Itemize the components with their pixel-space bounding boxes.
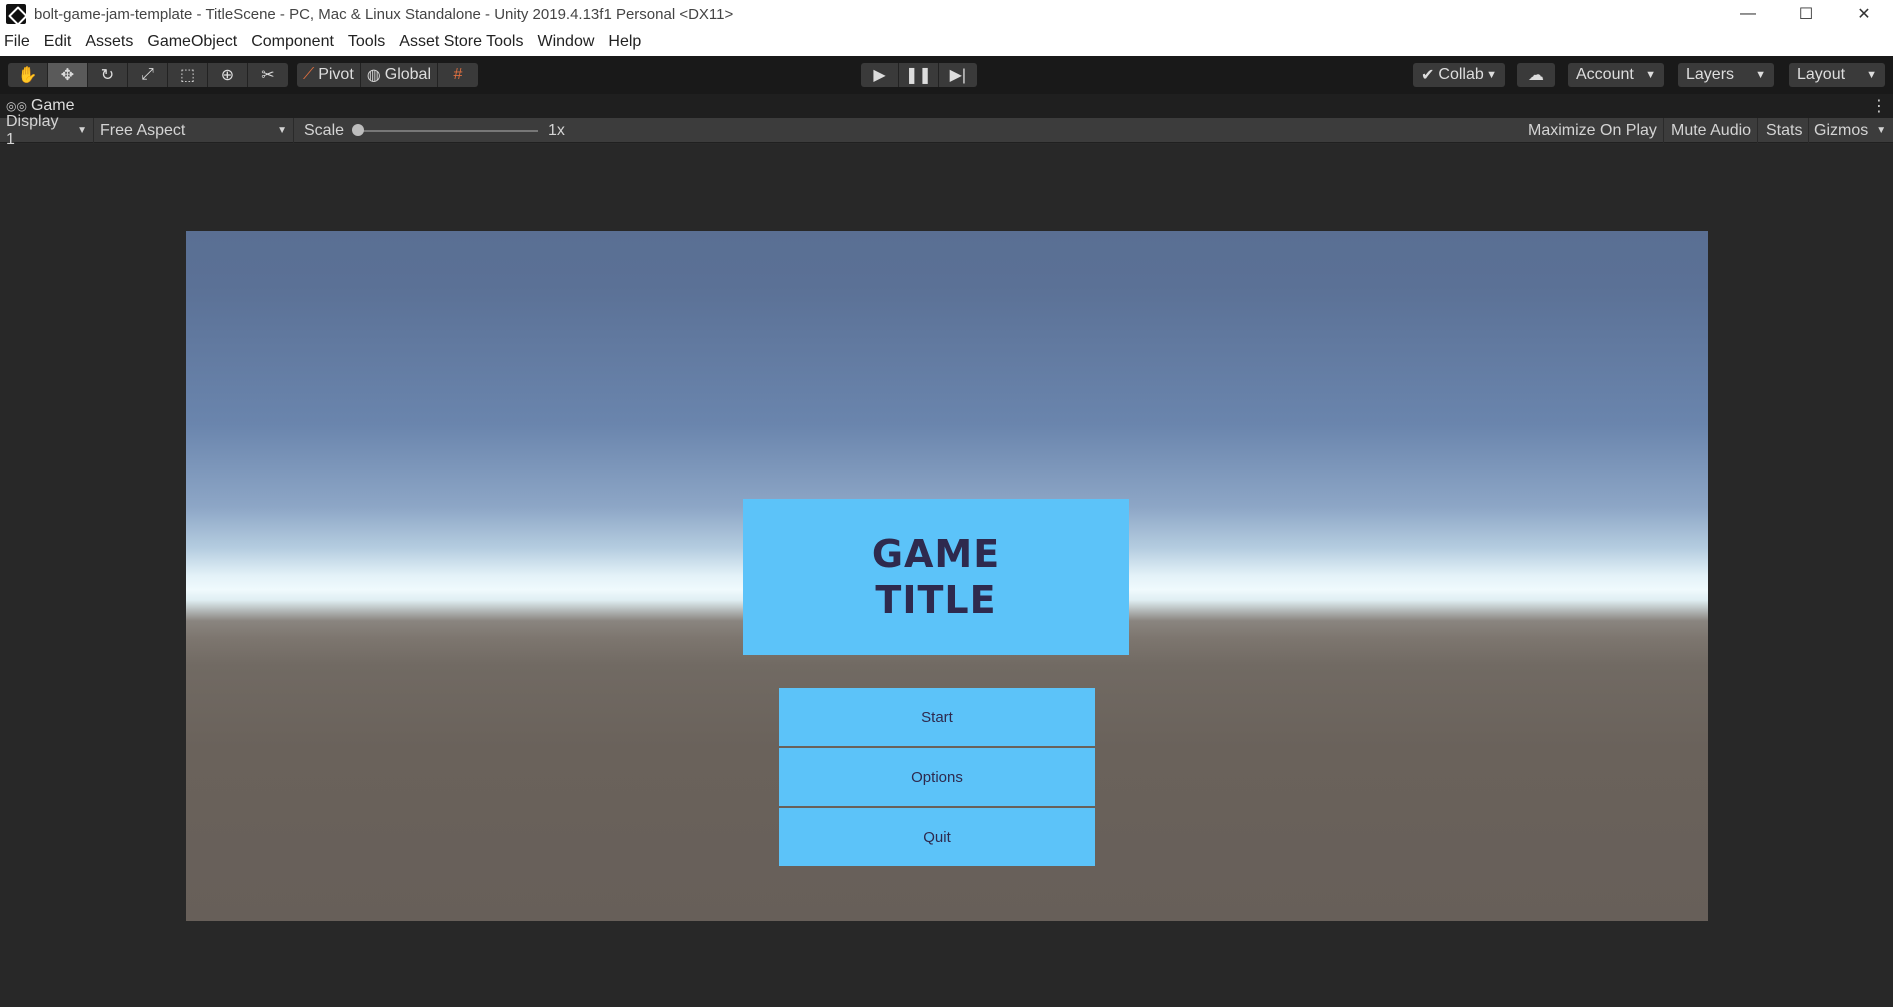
global-button[interactable]: ◍ Global	[360, 63, 438, 87]
custom-tool-button[interactable]: ✂	[248, 63, 288, 87]
chevron-down-icon: ▼	[1866, 69, 1877, 81]
play-button[interactable]: ▶	[861, 63, 899, 87]
game-title: GAME TITLE	[872, 531, 1000, 623]
chevron-down-icon: ▼	[1755, 69, 1766, 81]
account-label: Account	[1576, 66, 1634, 83]
layers-dropdown[interactable]: Layers ▼	[1678, 63, 1774, 87]
pivot-group: ⟋ Pivot ◍ Global #	[297, 63, 478, 87]
pivot-icon: ⟋	[303, 66, 315, 83]
window-titlebar: bolt-game-jam-template - TitleScene - PC…	[0, 0, 1893, 28]
game-title-line-1: GAME	[871, 532, 1001, 576]
check-icon: ✔	[1421, 67, 1435, 84]
kebab-menu-icon[interactable]: ⋮	[1871, 96, 1887, 116]
window-title: bolt-game-jam-template - TitleScene - PC…	[34, 5, 734, 23]
pivot-label: Pivot	[318, 66, 354, 83]
global-label: Global	[384, 66, 431, 83]
account-dropdown[interactable]: Account ▼	[1568, 63, 1664, 87]
game-title-panel: GAME TITLE	[743, 499, 1129, 655]
unity-logo-icon	[6, 4, 26, 24]
scale-label: Scale	[304, 121, 345, 139]
menu-gameobject[interactable]: GameObject	[140, 33, 244, 51]
menu-component[interactable]: Component	[244, 33, 341, 51]
window-controls: — ☐ ✕	[1719, 0, 1893, 28]
playmode-controls: ▶ ❚❚ ▶|	[861, 63, 977, 87]
chevron-down-icon: ▼	[77, 125, 87, 136]
maximize-button[interactable]: ☐	[1777, 0, 1835, 28]
hand-tool-button[interactable]: ✋	[8, 63, 48, 87]
layout-label: Layout	[1797, 66, 1846, 83]
chevron-down-icon: ▼	[277, 125, 287, 136]
gamepad-icon: ◎◎	[6, 99, 27, 113]
maximize-on-play-toggle[interactable]: Maximize On Play	[1522, 118, 1664, 143]
scale-value: 1x	[548, 121, 565, 139]
menu-asset-store-tools[interactable]: Asset Store Tools	[392, 33, 530, 51]
pivot-button[interactable]: ⟋ Pivot	[297, 63, 361, 87]
aspect-label: Free Aspect	[100, 121, 186, 139]
rect-tool-button[interactable]: ⬚	[168, 63, 208, 87]
menu-bar: File Edit Assets GameObject Component To…	[0, 28, 1893, 56]
cloud-button[interactable]: ☁	[1517, 63, 1555, 87]
scale-slider[interactable]	[358, 130, 538, 132]
layers-label: Layers	[1686, 66, 1735, 83]
game-title-line-2: TITLE	[875, 578, 997, 622]
rotate-icon: ↻	[100, 67, 115, 84]
start-button[interactable]: Start	[779, 688, 1095, 746]
menu-assets[interactable]: Assets	[78, 33, 140, 51]
chevron-down-icon: ▼	[1486, 69, 1497, 81]
game-viewport[interactable]: GAME TITLE Start Options Quit	[186, 231, 1708, 921]
rotate-tool-button[interactable]: ↻	[88, 63, 128, 87]
gizmos-dropdown[interactable]: Gizmos ▼	[1808, 118, 1893, 143]
display-dropdown[interactable]: Display 1 ▼	[0, 113, 94, 148]
custom-tool-icon: ✂	[261, 67, 275, 84]
step-button[interactable]: ▶|	[938, 63, 977, 87]
game-tab-strip: ◎◎ Game ⋮	[0, 94, 1893, 118]
grid-snap-button[interactable]: #	[438, 63, 478, 87]
menu-window[interactable]: Window	[530, 33, 601, 51]
transform-tools: ✋ ✥ ↻ ⤢ ⬚ ⊕ ✂	[8, 63, 288, 87]
menu-file[interactable]: File	[0, 33, 37, 51]
minimize-button[interactable]: —	[1719, 0, 1777, 28]
rect-icon: ⬚	[179, 67, 196, 84]
pause-icon: ❚❚	[905, 67, 932, 84]
scale-tool-button[interactable]: ⤢	[128, 63, 168, 87]
transform-icon: ⊕	[220, 67, 235, 84]
mute-audio-toggle[interactable]: Mute Audio	[1665, 118, 1759, 143]
menu-tools[interactable]: Tools	[341, 33, 392, 51]
stats-toggle[interactable]: Stats	[1760, 118, 1810, 143]
step-icon: ▶|	[949, 67, 967, 84]
main-toolbar: ✋ ✥ ↻ ⤢ ⬚ ⊕ ✂ ⟋ Pivot ◍ Global # ▶ ❚❚ ▶| ✔…	[0, 56, 1893, 94]
collab-label: Collab	[1438, 66, 1484, 83]
chevron-down-icon: ▼	[1645, 69, 1656, 81]
quit-button[interactable]: Quit	[779, 808, 1095, 866]
cloud-icon: ☁	[1528, 67, 1544, 84]
game-view-toolbar: Display 1 ▼ Free Aspect ▼ Scale 1x Maxim…	[0, 113, 1893, 148]
play-icon: ▶	[873, 67, 886, 84]
grid-snap-icon: #	[453, 66, 463, 83]
pause-button[interactable]: ❚❚	[899, 63, 939, 87]
options-button[interactable]: Options	[779, 748, 1095, 806]
layout-dropdown[interactable]: Layout ▼	[1789, 63, 1885, 87]
menu-edit[interactable]: Edit	[37, 33, 79, 51]
move-tool-button[interactable]: ✥	[48, 63, 88, 87]
globe-icon: ◍	[366, 67, 381, 84]
close-button[interactable]: ✕	[1835, 0, 1893, 28]
collab-dropdown[interactable]: ✔ Collab ▼	[1413, 63, 1505, 87]
transform-tool-button[interactable]: ⊕	[208, 63, 248, 87]
move-icon: ✥	[60, 67, 75, 84]
scale-slider-handle[interactable]	[352, 124, 364, 136]
menu-help[interactable]: Help	[601, 33, 648, 51]
scale-icon: ⤢	[141, 66, 154, 83]
hand-icon: ✋	[17, 67, 38, 84]
aspect-dropdown[interactable]: Free Aspect ▼	[94, 118, 294, 143]
chevron-down-icon: ▼	[1876, 125, 1887, 136]
gizmos-label: Gizmos	[1814, 121, 1869, 139]
game-view: GAME TITLE Start Options Quit	[0, 144, 1893, 1007]
